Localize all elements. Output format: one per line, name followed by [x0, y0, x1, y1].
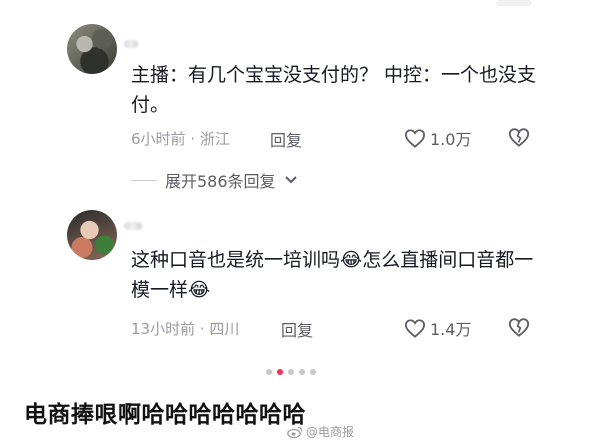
- comment-item-1: 主播：有几个宝宝没支付的？ 中控：一个也没支付。 6小时前 · 浙江 回复 1.…: [0, 0, 600, 200]
- comment-location: 四川: [209, 320, 240, 338]
- heart-icon: [404, 319, 426, 338]
- expand-replies-label: 展开586条回复: [165, 172, 276, 191]
- like-count: 1.0万: [430, 130, 472, 149]
- reply-button[interactable]: 回复: [281, 317, 313, 341]
- avatar[interactable]: [67, 210, 117, 260]
- expand-divider: [131, 179, 157, 181]
- watermark-text: @电商报: [305, 425, 354, 439]
- meta-separator: ·: [185, 130, 200, 148]
- comment-text: 主播：有几个宝宝没支付的？ 中控：一个也没支付。: [131, 60, 551, 120]
- comment-item-2: 这种口音也是统一培训吗😂怎么直播间口音都一模一样😂 13小时前 · 四川 回复 …: [0, 200, 600, 360]
- caption-text: 电商捧哏啊哈哈哈哈哈哈哈: [24, 402, 306, 428]
- comment-text-part1: 这种口音也是统一培训吗: [131, 249, 341, 271]
- weibo-icon: [287, 426, 303, 438]
- username-redacted: [124, 40, 138, 48]
- comment-time: 13小时前: [131, 320, 196, 338]
- dislike-broken-heart-icon[interactable]: [508, 316, 530, 338]
- carousel-dot[interactable]: [288, 369, 294, 375]
- carousel-dot[interactable]: [266, 369, 272, 375]
- comment-time: 6小时前: [131, 130, 186, 148]
- comment-meta: 6小时前 · 浙江: [131, 128, 230, 149]
- like-button[interactable]: 1.4万: [404, 316, 471, 340]
- like-button[interactable]: 1.0万: [404, 126, 471, 150]
- carousel-dot-active[interactable]: [277, 369, 283, 375]
- username-redacted: [124, 222, 142, 230]
- comment-text-body: 主播：有几个宝宝没支付的？ 中控：一个也没支付。: [131, 64, 537, 116]
- carousel-dot[interactable]: [310, 369, 316, 375]
- comment-location: 浙江: [199, 130, 230, 148]
- watermark: @电商报: [287, 423, 354, 440]
- comment-text: 这种口音也是统一培训吗😂怎么直播间口音都一模一样😂: [131, 245, 551, 305]
- laugh-cry-emoji-icon: 😂: [188, 279, 211, 301]
- laugh-cry-emoji-icon: 😂: [340, 249, 363, 271]
- expand-replies[interactable]: 展开586条回复: [131, 168, 298, 192]
- avatar[interactable]: [67, 24, 117, 74]
- like-count: 1.4万: [430, 320, 472, 339]
- reply-button[interactable]: 回复: [270, 127, 302, 151]
- carousel-indicator: [266, 369, 316, 375]
- meta-separator: ·: [195, 320, 210, 338]
- heart-icon: [404, 129, 426, 148]
- chevron-down-icon: [284, 176, 297, 184]
- carousel-dot[interactable]: [299, 369, 305, 375]
- comment-meta: 13小时前 · 四川: [131, 318, 239, 339]
- dislike-broken-heart-icon[interactable]: [508, 126, 530, 148]
